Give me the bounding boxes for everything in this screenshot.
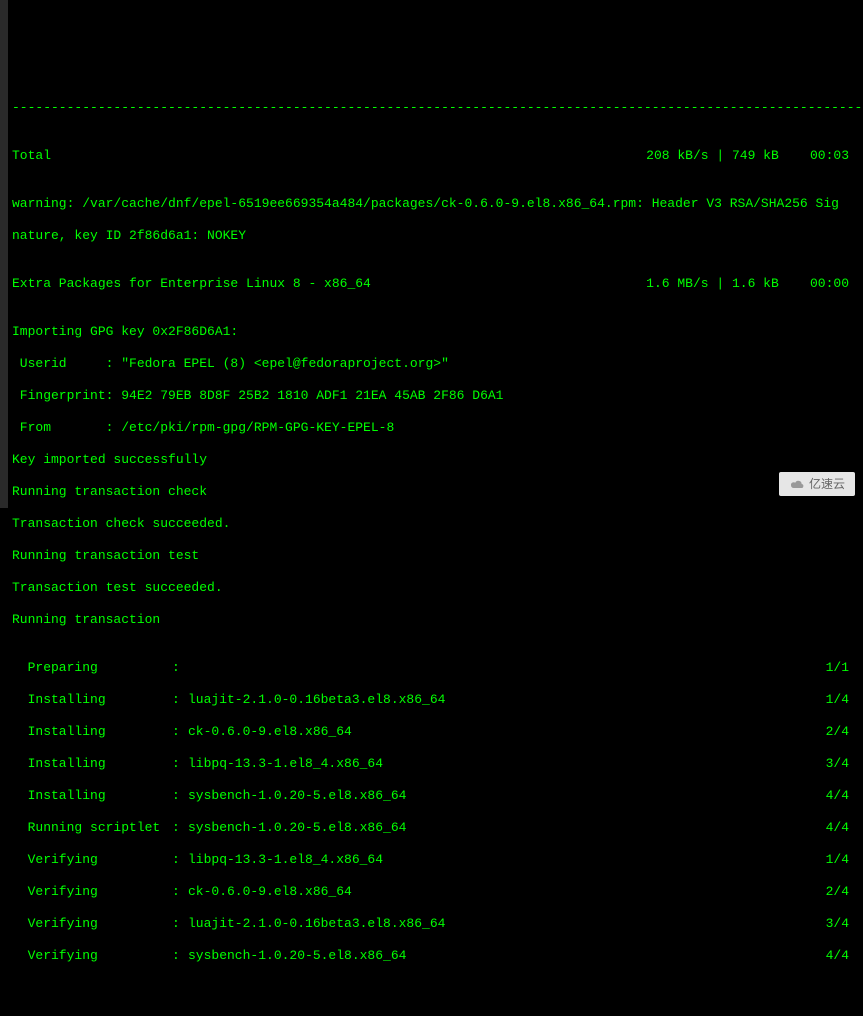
step-colon: : — [172, 788, 188, 804]
step-pkg: libpq-13.3-1.el8_4.x86_64 — [188, 756, 826, 772]
editor-gutter — [0, 0, 8, 508]
step-row: Installing :ck-0.6.0-9.el8.x86_642/4 — [12, 724, 861, 740]
step-row: Verifying :luajit-2.1.0-0.16beta3.el8.x8… — [12, 916, 861, 932]
step-pkg: luajit-2.1.0-0.16beta3.el8.x86_64 — [188, 692, 826, 708]
step-row: Installing :libpq-13.3-1.el8_4.x86_643/4 — [12, 756, 861, 772]
step-action: Installing — [12, 724, 172, 740]
step-action: Installing — [12, 788, 172, 804]
step-colon: : — [172, 884, 188, 900]
step-row: Verifying :libpq-13.3-1.el8_4.x86_641/4 — [12, 852, 861, 868]
step-count: 4/4 — [826, 948, 861, 964]
step-row: Verifying :sysbench-1.0.20-5.el8.x86_644… — [12, 948, 861, 964]
extra-stats: 1.6 MB/s | 1.6 kB 00:00 — [646, 276, 861, 292]
step-colon: : — [172, 916, 188, 932]
step-pkg: sysbench-1.0.20-5.el8.x86_64 — [188, 820, 826, 836]
tx-test-line: Running transaction test — [12, 548, 861, 564]
watermark-text: 亿速云 — [809, 476, 845, 492]
watermark-badge: 亿速云 — [779, 472, 855, 496]
fingerprint-line: Fingerprint: 94E2 79EB 8D8F 25B2 1810 AD… — [12, 388, 861, 404]
step-pkg: sysbench-1.0.20-5.el8.x86_64 — [188, 948, 826, 964]
step-pkg: ck-0.6.0-9.el8.x86_64 — [188, 724, 826, 740]
step-action: Verifying — [12, 948, 172, 964]
step-pkg: sysbench-1.0.20-5.el8.x86_64 — [188, 788, 826, 804]
nature-line: nature, key ID 2f86d6a1: NOKEY — [12, 228, 861, 244]
key-imported-line: Key imported successfully — [12, 452, 861, 468]
step-action: Installing — [12, 692, 172, 708]
step-count: 4/4 — [826, 820, 861, 836]
step-colon: : — [172, 724, 188, 740]
step-pkg: luajit-2.1.0-0.16beta3.el8.x86_64 — [188, 916, 826, 932]
step-count: 1/1 — [826, 660, 861, 676]
step-colon: : — [172, 692, 188, 708]
total-row: Total 208 kB/s | 749 kB 00:03 — [12, 148, 861, 164]
step-row: Preparing : 1/1 — [12, 660, 861, 676]
importing-line: Importing GPG key 0x2F86D6A1: — [12, 324, 861, 340]
extra-packages-row: Extra Packages for Enterprise Linux 8 - … — [12, 276, 861, 292]
warning-line: warning: /var/cache/dnf/epel-6519ee66935… — [12, 196, 861, 212]
tx-check-ok-line: Transaction check succeeded. — [12, 516, 861, 532]
step-count: 1/4 — [826, 692, 861, 708]
step-count: 2/4 — [826, 724, 861, 740]
step-count: 4/4 — [826, 788, 861, 804]
total-stats: 208 kB/s | 749 kB 00:03 — [646, 148, 861, 164]
step-count: 1/4 — [826, 852, 861, 868]
blank-line — [12, 996, 861, 1012]
separator-line: ----------------------------------------… — [12, 100, 861, 116]
step-count: 3/4 — [826, 916, 861, 932]
step-pkg — [188, 660, 826, 676]
extra-label: Extra Packages for Enterprise Linux 8 - … — [12, 276, 371, 292]
total-label: Total — [12, 148, 51, 164]
step-colon: : — [172, 756, 188, 772]
step-pkg: libpq-13.3-1.el8_4.x86_64 — [188, 852, 826, 868]
step-count: 2/4 — [826, 884, 861, 900]
step-action: Installing — [12, 756, 172, 772]
step-colon: : — [172, 852, 188, 868]
step-action: Verifying — [12, 852, 172, 868]
step-count: 3/4 — [826, 756, 861, 772]
step-row: Installing :sysbench-1.0.20-5.el8.x86_64… — [12, 788, 861, 804]
step-pkg: ck-0.6.0-9.el8.x86_64 — [188, 884, 826, 900]
step-row: Installing :luajit-2.1.0-0.16beta3.el8.x… — [12, 692, 861, 708]
step-action: Running scriptlet — [12, 820, 172, 836]
step-colon: : — [172, 948, 188, 964]
step-colon: : — [172, 660, 188, 676]
cloud-icon — [789, 478, 805, 490]
step-action: Verifying — [12, 884, 172, 900]
from-line: From : /etc/pki/rpm-gpg/RPM-GPG-KEY-EPEL… — [12, 420, 861, 436]
step-row: Running scriptlet:sysbench-1.0.20-5.el8.… — [12, 820, 861, 836]
tx-test-ok-line: Transaction test succeeded. — [12, 580, 861, 596]
userid-line: Userid : "Fedora EPEL (8) <epel@fedorapr… — [12, 356, 861, 372]
step-action: Preparing — [12, 660, 172, 676]
step-action: Verifying — [12, 916, 172, 932]
step-row: Verifying :ck-0.6.0-9.el8.x86_642/4 — [12, 884, 861, 900]
tx-check-line: Running transaction check — [12, 484, 861, 500]
tx-run-line: Running transaction — [12, 612, 861, 628]
step-colon: : — [172, 820, 188, 836]
